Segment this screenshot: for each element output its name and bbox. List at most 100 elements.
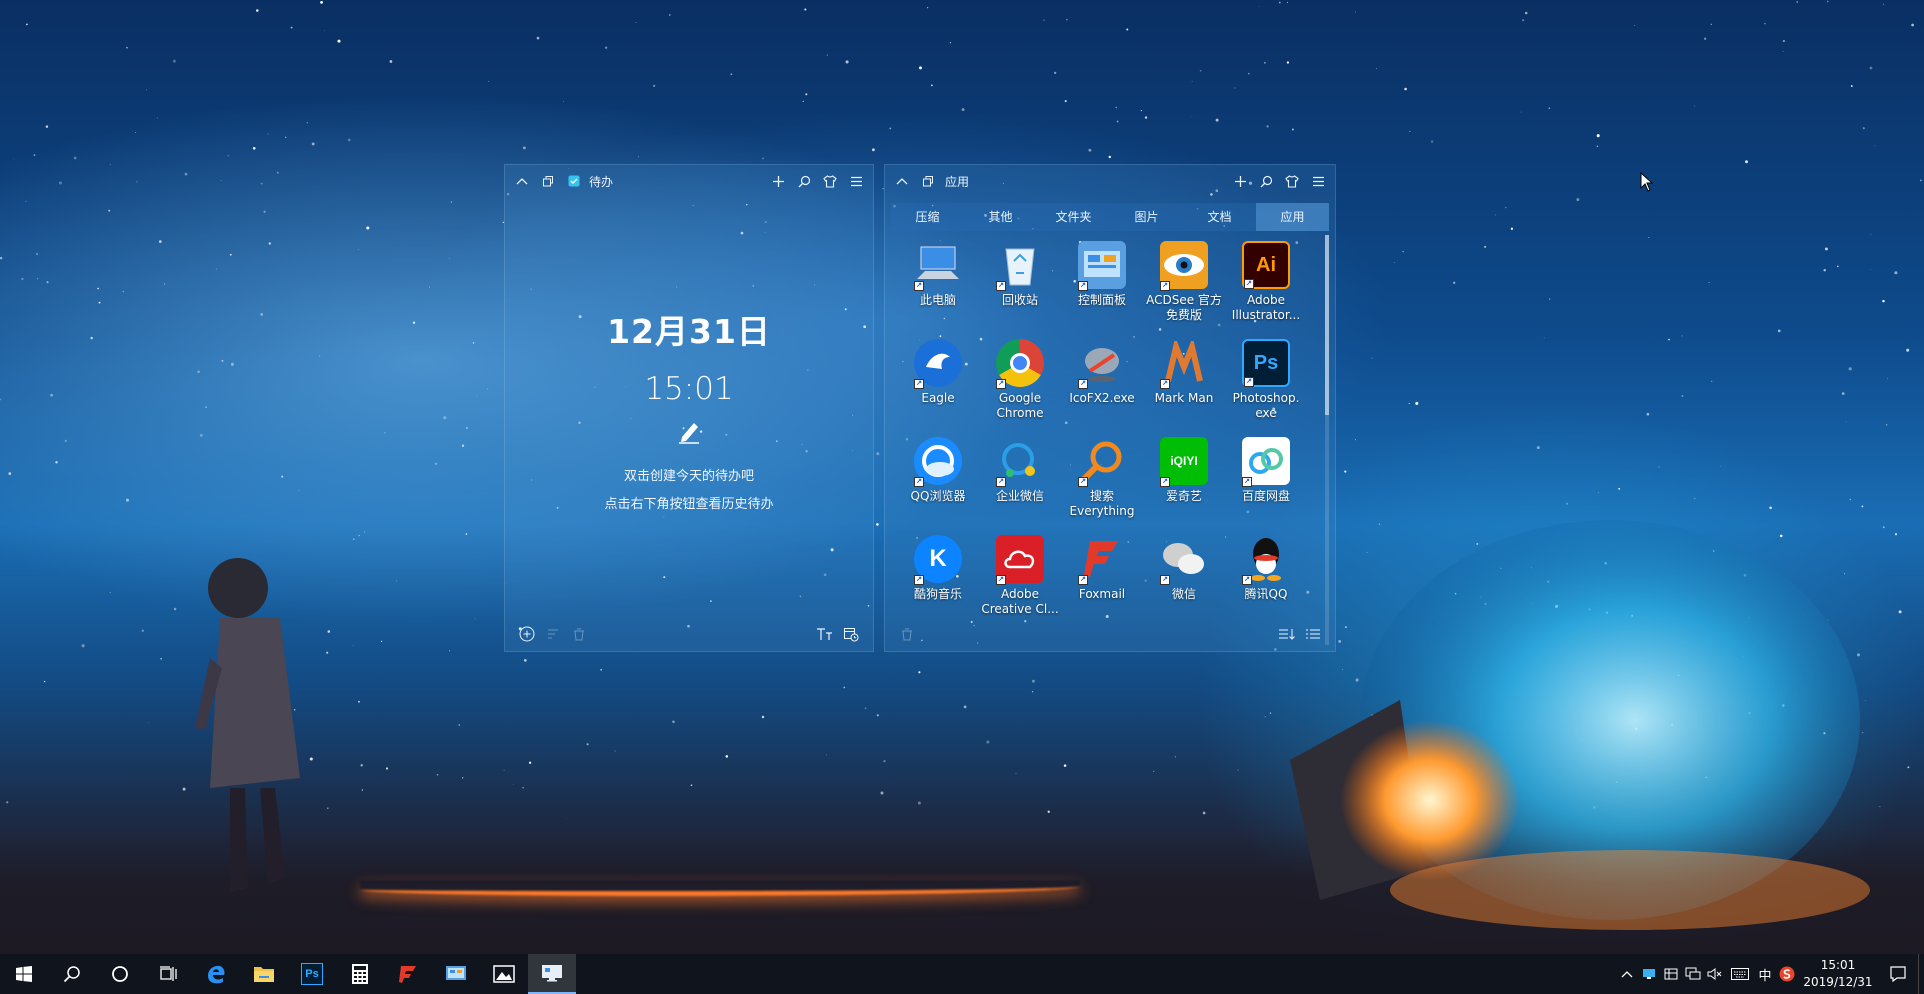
volume-muted-icon[interactable] [1704, 954, 1726, 994]
desktop-app-item[interactable]: ↗ Adobe Creative Cl... [979, 535, 1061, 621]
foxmail-icon [399, 966, 416, 983]
desktop-app-item[interactable]: K ↗ 酷狗音乐 [897, 535, 979, 621]
clock-time: 15:01 [1820, 958, 1856, 972]
desktop-app-item[interactable]: ↗ ACDSee 官方免费版 [1143, 241, 1225, 327]
taskbar-edge[interactable] [192, 954, 240, 994]
search-icon[interactable] [1257, 172, 1275, 190]
desktop-app-item[interactable]: ↗ 微信 [1143, 535, 1225, 621]
pin-window-icon[interactable] [919, 172, 937, 190]
sort-icon[interactable] [543, 624, 563, 644]
app-label: Adobe Creative Cl... [981, 587, 1059, 616]
desktop-app-item[interactable]: ↗ 百度网盘 [1225, 437, 1307, 523]
tray-desktop-widget-icon[interactable] [1638, 954, 1660, 994]
taskbar-desktop-widget[interactable] [528, 954, 576, 994]
add-icon[interactable] [1231, 172, 1249, 190]
taskbar-foxmail[interactable] [384, 954, 432, 994]
taskbar-file-explorer[interactable] [240, 954, 288, 994]
desktop-app-item[interactable]: ↗ Foxmail [1061, 535, 1143, 621]
taskbar-calculator[interactable] [336, 954, 384, 994]
foxmail-icon: ↗ [1078, 535, 1126, 585]
app-label: Adobe Illustrator... [1231, 293, 1301, 322]
collapse-chevron-up-icon[interactable] [893, 172, 911, 190]
taskbar-control-panel[interactable] [432, 954, 480, 994]
app-label: 企业微信 [995, 489, 1044, 503]
add-circle-icon[interactable] [517, 624, 537, 644]
menu-hamburger-icon[interactable] [1309, 172, 1327, 190]
shortcut-arrow-icon: ↗ [914, 281, 924, 291]
menu-hamburger-icon[interactable] [847, 172, 865, 190]
action-center-button[interactable] [1878, 954, 1918, 994]
notification-icon [1890, 966, 1906, 982]
shortcut-arrow-icon: ↗ [996, 281, 1006, 291]
desktop-app-item[interactable]: ↗ Mark Man [1143, 339, 1225, 425]
desktop-app-item[interactable]: iQIYI ↗ 爱奇艺 [1143, 437, 1225, 523]
add-icon[interactable] [769, 172, 787, 190]
skin-shirt-icon[interactable] [1283, 172, 1301, 190]
search-icon[interactable] [795, 172, 813, 190]
show-desktop-button[interactable] [1918, 954, 1924, 994]
app-label: 腾讯QQ [1244, 587, 1288, 601]
tab-folders[interactable]: 文件夹 [1037, 203, 1110, 231]
network-icon[interactable] [1682, 954, 1704, 994]
cortana-button[interactable] [96, 954, 144, 994]
taskbar-search-button[interactable] [48, 954, 96, 994]
keyboard-icon[interactable] [1726, 954, 1754, 994]
todo-empty-state[interactable]: 12月31日 15:01 双击创建今天的待办吧 点击右下角按钮查看历史待办 [505, 305, 873, 519]
todo-hint-history: 点击右下角按钮查看历史待办 [604, 497, 774, 512]
app-label: 控制面板 [1077, 293, 1126, 307]
shortcut-arrow-icon: ↗ [1160, 575, 1170, 585]
wechat-icon: ↗ [1160, 535, 1208, 585]
pen-edit-icon [674, 417, 704, 445]
desktop-app-item[interactable]: ↗ 回收站 [979, 241, 1061, 327]
system-tray: 中 15:01 2019/12/31 [1616, 954, 1924, 994]
wallpaper-light-bulb [1290, 520, 1870, 930]
taskbar-photos[interactable] [480, 954, 528, 994]
app-label: 酷狗音乐 [913, 587, 962, 601]
task-view-button[interactable] [144, 954, 192, 994]
desktop-app-item[interactable]: ↗ Google Chrome [979, 339, 1061, 425]
desktop-app-item[interactable]: ↗ 控制面板 [1061, 241, 1143, 327]
app-label: 百度网盘 [1241, 489, 1290, 503]
tab-applications[interactable]: 应用 [1256, 203, 1329, 231]
clock-date: 2019/12/31 [1803, 975, 1873, 989]
desktop-app-item[interactable]: ↗ QQ浏览器 [897, 437, 979, 523]
icofx-icon: ↗ [1078, 339, 1126, 389]
taskbar-photoshop[interactable]: Ps [288, 954, 336, 994]
collapse-chevron-up-icon[interactable] [513, 172, 531, 190]
app-label: 回收站 [1001, 293, 1038, 307]
tab-other[interactable]: 其他 [964, 203, 1037, 231]
shortcut-arrow-icon: ↗ [996, 379, 1006, 389]
ime-language-indicator[interactable]: 中 [1754, 954, 1776, 994]
history-calendar-icon[interactable] [841, 624, 861, 644]
system-clock[interactable]: 15:01 2019/12/31 [1798, 957, 1878, 991]
pin-window-icon[interactable] [539, 172, 557, 190]
computer-icon: ↗ [914, 241, 962, 291]
show-hidden-icons-chevron-icon[interactable] [1616, 954, 1638, 994]
tab-images[interactable]: 图片 [1110, 203, 1183, 231]
text-format-icon[interactable] [815, 624, 835, 644]
todo-checkbox-icon [565, 172, 583, 190]
desktop-app-item[interactable]: ↗ 此电脑 [897, 241, 979, 327]
desktop-app-item[interactable]: Ai ↗ Adobe Illustrator... [1225, 241, 1307, 327]
desktop-app-item[interactable]: ↗ 企业微信 [979, 437, 1061, 523]
list-view-icon[interactable] [1303, 624, 1323, 644]
desktop-app-item[interactable]: ↗ 腾讯QQ [1225, 535, 1307, 621]
kugou-icon: K ↗ [914, 535, 962, 585]
desktop-app-item[interactable]: ↗ IcoFX2.exe [1061, 339, 1143, 425]
desktop-app-item[interactable]: Ps ↗ Photoshop. exe [1225, 339, 1307, 425]
app-label: Eagle [921, 391, 955, 405]
shortcut-arrow-icon: ↗ [914, 477, 924, 487]
tab-documents[interactable]: 文档 [1183, 203, 1256, 231]
start-button[interactable] [0, 954, 48, 994]
desktop-app-item[interactable]: ↗ 搜索 Everything [1061, 437, 1143, 523]
tray-wechat-work-icon[interactable] [1660, 954, 1682, 994]
sogou-input-icon[interactable] [1776, 954, 1798, 994]
scrollbar-thumb[interactable] [1325, 235, 1329, 415]
skin-shirt-icon[interactable] [821, 172, 839, 190]
desktop-app-item[interactable]: ↗ Eagle [897, 339, 979, 425]
sort-order-icon[interactable] [1277, 624, 1297, 644]
apps-scrollbar[interactable] [1325, 235, 1329, 645]
trash-icon[interactable] [569, 624, 589, 644]
trash-icon[interactable] [897, 624, 917, 644]
tab-compressed[interactable]: 压缩 [891, 203, 964, 231]
